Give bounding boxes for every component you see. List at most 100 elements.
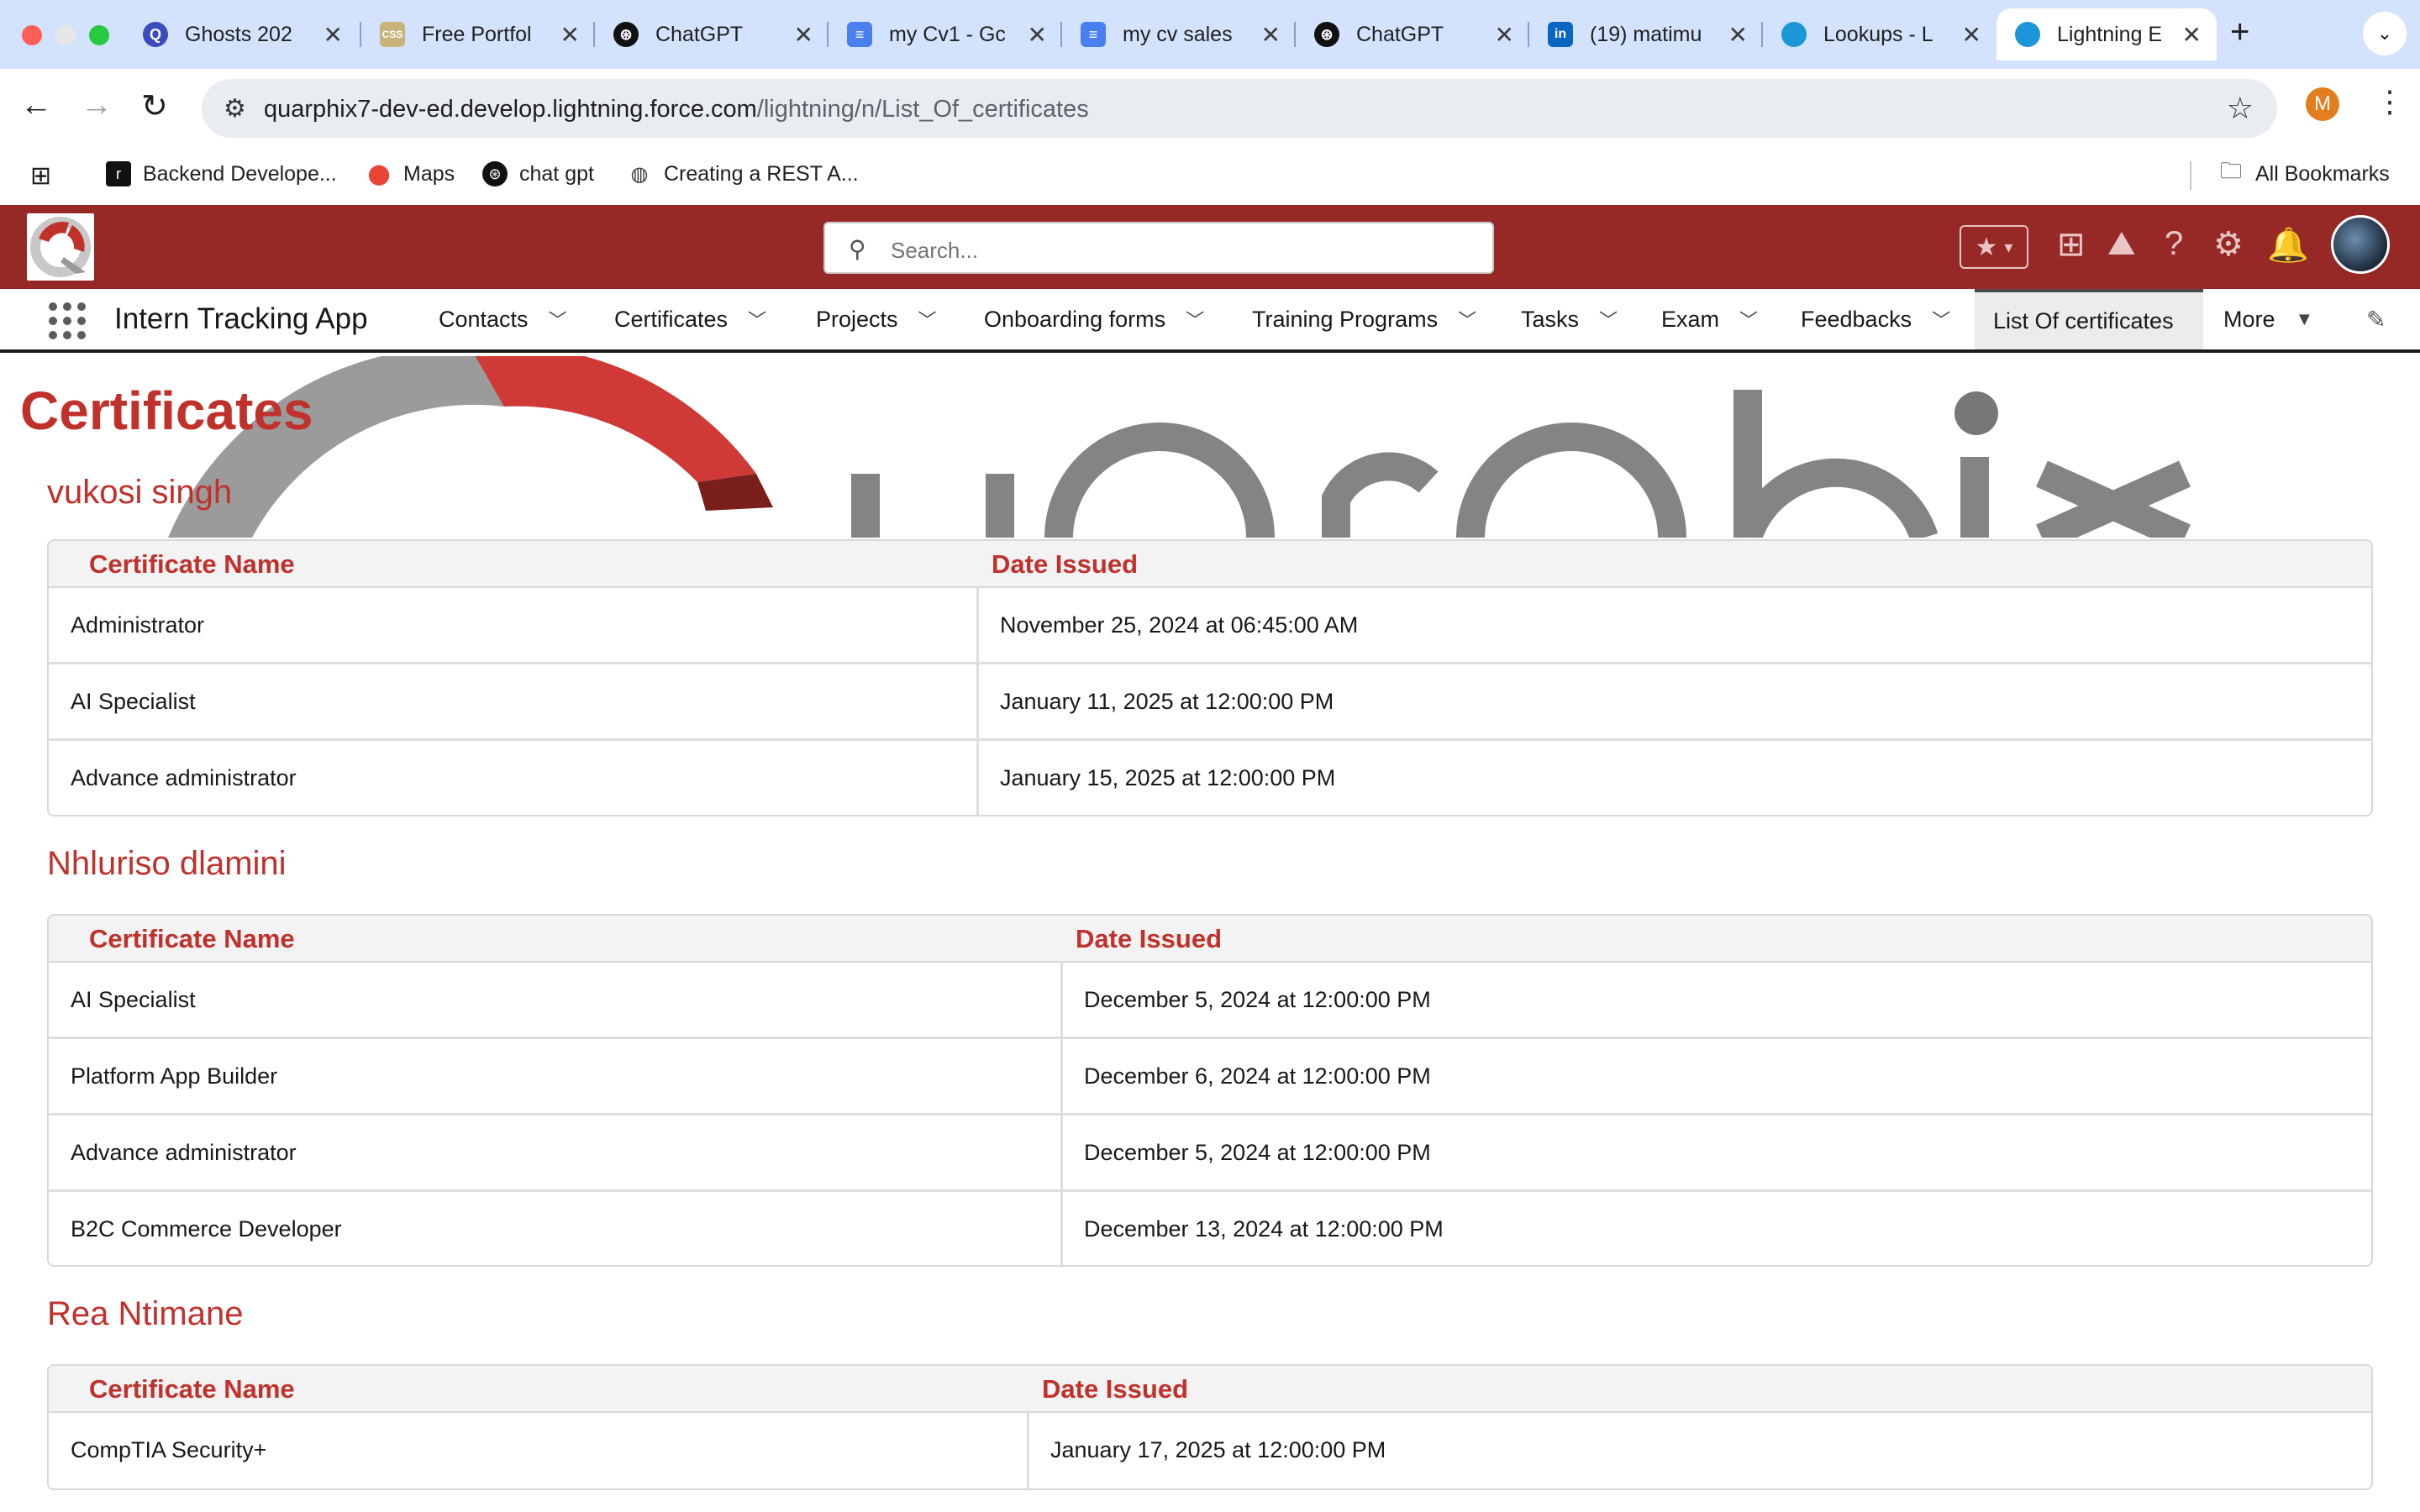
browser-tab[interactable]: ≡ my cv sales ✕ [1062,8,1296,60]
salesforce-icon [2015,22,2040,47]
date-issued-cell: November 25, 2024 at 06:45:00 AM [1000,612,1359,638]
browser-tab-active[interactable]: Lightning E ✕ [1996,8,2217,60]
notifications-bell-icon[interactable]: 🔔 [2267,225,2309,265]
close-icon[interactable]: ✕ [1261,21,1281,49]
col-header-certificate-name[interactable]: Certificate Name [89,549,295,580]
reload-button[interactable]: ↻ [141,87,168,125]
maps-pin-icon: ⬤ [367,162,391,186]
browser-tab[interactable]: in (19) matimu ✕ [1529,8,1763,60]
browser-tab[interactable]: ≡ my Cv1 - Gc ✕ [829,8,1062,60]
col-header-certificate-name[interactable]: Certificate Name [89,1374,295,1404]
window-close-button[interactable] [22,25,42,45]
tab-search-button[interactable]: ⌄ [2363,12,2407,55]
forward-button[interactable]: → [81,87,113,123]
col-header-date-issued[interactable]: Date Issued [1076,924,1222,954]
url-text[interactable]: quarphix7-dev-ed.develop.lightning.force… [264,96,1089,123]
chevron-down-icon[interactable]: ﹀ [1186,306,1204,333]
close-icon[interactable]: ✕ [1495,21,1514,49]
certificate-table: Certificate Name Date Issued AI Speciali… [47,914,2373,1267]
org-logo[interactable] [27,213,94,281]
chevron-down-icon[interactable]: ﹀ [1458,306,1476,333]
certificate-name-cell: Advance administrator [71,1140,297,1165]
table-header: Certificate Name Date Issued [49,541,2371,588]
chevron-down-icon[interactable]: ﹀ [1739,306,1758,333]
table-header: Certificate Name Date Issued [49,1366,2371,1413]
bookmark-item[interactable]: ⊛ chat gpt [482,161,594,186]
table-header: Certificate Name Date Issued [49,916,2371,963]
nav-label: Contacts [439,306,529,332]
nav-item-contacts[interactable]: Contacts ﹀ [420,289,586,349]
tab-title: Ghosts 202 [185,22,292,46]
nav-item-more[interactable]: More ▼ [2205,289,2332,349]
browser-tab[interactable]: ⊛ ChatGPT ✕ [595,8,829,60]
all-bookmarks-button[interactable]: 🗀 All Bookmarks [2218,158,2390,186]
chevron-down-icon[interactable]: ﹀ [1599,306,1618,333]
bookmark-item[interactable]: ⬤ Maps [366,161,455,186]
caret-down-icon[interactable]: ▼ [2296,308,2314,330]
new-tab-button[interactable]: + [2230,13,2249,51]
address-bar[interactable]: ⚙ quarphix7-dev-ed.develop.lightning.for… [202,79,2277,138]
nav-item-projects[interactable]: Projects ﹀ [797,289,955,349]
col-header-date-issued[interactable]: Date Issued [992,549,1138,580]
globe-icon: ◍ [630,162,649,186]
col-header-date-issued[interactable]: Date Issued [1042,1374,1188,1404]
nav-item-tasks[interactable]: Tasks ﹀ [1502,289,1636,349]
nav-item-certificates[interactable]: Certificates ﹀ [596,289,785,349]
browser-tab[interactable]: Lookups - L ✕ [1763,8,1996,60]
app-name: Intern Tracking App [114,302,368,335]
help-icon[interactable]: ? [2165,225,2183,263]
search-icon: ⚲ [849,236,866,262]
nav-label: Feedbacks [1801,306,1912,332]
bookmark-item[interactable]: r Backend Develope... [106,161,337,186]
close-icon[interactable]: ✕ [1728,21,1748,49]
chevron-down-icon[interactable]: ﹀ [748,306,766,333]
nav-label: List Of certificates [1993,307,2174,333]
company-banner-watermark: Certificates vukosi singh [0,356,2420,538]
browser-tab[interactable]: CSS Free Portfol ✕ [361,8,595,60]
chevron-down-icon[interactable]: ﹀ [549,306,567,333]
back-button[interactable]: ← [20,87,52,123]
nav-item-feedbacks[interactable]: Feedbacks ﹀ [1782,289,1969,349]
apps-grid-icon[interactable]: ⊞ [30,161,51,191]
bookmark-item[interactable]: ◍ Creating a REST A... [627,161,859,186]
global-actions-icon[interactable]: ⊞ [2057,225,2086,264]
edit-nav-pencil-icon[interactable]: ✎ [2366,306,2386,333]
nav-item-training-programs[interactable]: Training Programs ﹀ [1234,289,1495,349]
nav-item-list-of-certificates[interactable]: List Of certificates [1975,289,2203,349]
close-icon[interactable]: ✕ [2182,21,2202,49]
chevron-down-icon[interactable]: ﹀ [918,306,937,333]
nav-label: Projects [816,306,898,332]
column-divider [1060,963,1063,1037]
close-icon[interactable]: ✕ [1028,21,1047,49]
chevron-down-icon[interactable]: ﹀ [1932,306,1950,333]
site-settings-icon[interactable]: ⚙ [224,94,246,123]
table-row: CompTIA Security+ January 17, 2025 at 12… [49,1413,2371,1488]
app-launcher-icon[interactable] [49,302,86,339]
date-issued-cell: December 13, 2024 at 12:00:00 PM [1084,1216,1444,1242]
close-icon[interactable]: ✕ [324,21,343,49]
trailhead-icon[interactable]: ⛰ [2107,225,2136,263]
close-icon[interactable]: ✕ [1962,21,1981,49]
close-icon[interactable]: ✕ [794,21,813,49]
nav-item-exam[interactable]: Exam ﹀ [1643,289,1776,349]
ghost-icon: Q [143,22,168,47]
openai-icon: ⊛ [613,22,639,47]
setup-gear-icon[interactable]: ⚙ [2213,225,2244,264]
certificate-table: Certificate Name Date Issued Administrat… [47,539,2373,816]
window-minimize-button[interactable] [55,25,76,45]
browser-menu-icon[interactable]: ⋮ [2375,84,2405,119]
nav-item-onboarding-forms[interactable]: Onboarding forms ﹀ [965,289,1223,349]
tab-title: Lookups - L [1823,22,1933,46]
global-search-input[interactable]: ⚲ Search... [823,222,1494,274]
quarphix-logo-icon [30,217,91,277]
bookmark-label: Backend Develope... [143,161,337,186]
user-avatar[interactable] [2331,215,2390,274]
close-icon[interactable]: ✕ [560,21,580,49]
window-zoom-button[interactable] [89,25,109,45]
browser-tab[interactable]: ⊛ ChatGPT ✕ [1296,8,1529,60]
profile-avatar[interactable]: M [2306,87,2339,121]
bookmark-star-icon[interactable]: ☆ [2227,91,2254,126]
favorites-button[interactable]: ★ ▾ [1960,225,2028,269]
browser-tab[interactable]: Q Ghosts 202 ✕ [124,8,358,60]
col-header-certificate-name[interactable]: Certificate Name [89,924,295,954]
